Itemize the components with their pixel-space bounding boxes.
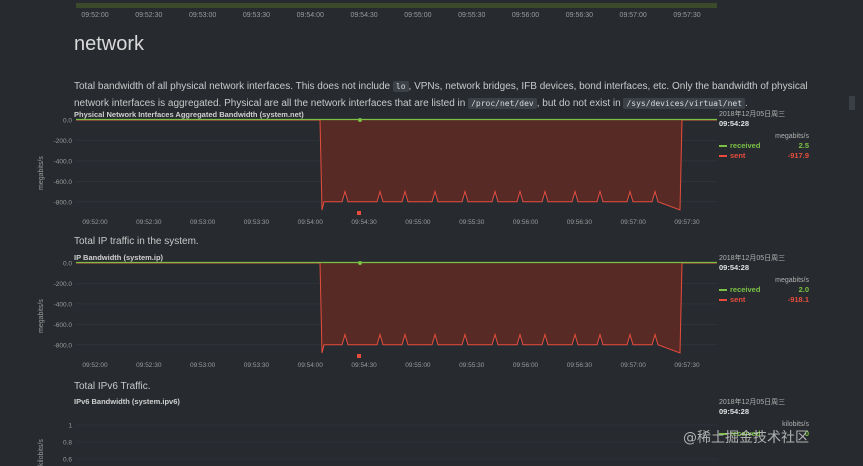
x-tick-label: 09:53:00 [190,362,216,369]
received-cursor-point [358,261,362,265]
x-tick-label: 09:52:30 [136,362,162,369]
legend-label: sent [730,294,746,304]
x-tick-label: 09:52:00 [82,362,108,369]
code-lo: lo [392,81,409,92]
x-tick-label: 09:54:00 [298,362,324,369]
x-tick-label: 09:57:00 [619,12,647,19]
x-tick-label: 09:55:30 [458,12,486,19]
y-tick-label: 0.6 [63,457,72,464]
x-tick-label: 09:55:30 [459,219,485,226]
y-tick-label: 0.0 [63,118,72,125]
legend-row-sent[interactable]: sent -917.9 [719,150,809,160]
x-tick-label: 09:56:30 [567,362,593,369]
scrollbar-thumb[interactable] [849,96,855,110]
x-tick-label: 09:56:00 [511,12,540,19]
y-tick-label: -600.0 [54,322,73,329]
received-swatch-icon [719,144,727,147]
y-tick-label: -200.0 [54,281,73,288]
x-tick-label: 09:55:00 [404,12,432,19]
desc-text: . [745,98,748,109]
x-tick-label: 09:53:00 [189,12,217,19]
x-tick-label: 09:56:00 [513,362,539,369]
section-title: network [74,33,145,55]
y-tick-label: 0.0 [63,261,72,268]
x-tick-label: 09:55:00 [405,219,431,226]
legend-row-received[interactable]: received 2.0 [719,284,809,294]
x-tick-label: 09:57:00 [621,219,647,226]
legend-time: 09:54:28 [719,119,750,128]
chart-description: Total IPv6 Traffic. [74,381,151,392]
x-tick-label: 09:54:00 [298,219,324,226]
x-tick-label: 09:55:30 [459,362,485,369]
legend-value: -918.1 [787,294,809,304]
section-description: Total bandwidth of all physical network … [74,78,814,112]
legend-date: 2018年12月05日周三 [719,399,786,406]
y-tick-label: 0.8 [63,440,72,447]
x-tick-label: 09:56:00 [513,219,539,226]
chart-description: Total IP traffic in the system. [74,236,199,247]
x-tick-label: 09:52:00 [82,219,108,226]
received-cursor-point [358,118,362,122]
x-tick-label: 09:52:30 [135,12,163,19]
sent-swatch-icon [719,298,727,301]
watermark: @稀土掘金技术社区 [683,430,809,446]
legend-date: 2018年12月05日周三 [719,255,786,262]
legend-row-sent[interactable]: sent -918.1 [719,294,809,304]
y-tick-label: 1 [68,423,72,430]
code-proc-net-dev: /proc/net/dev [468,98,537,109]
legend-value: 2.5 [798,140,809,150]
legend-label: sent [730,150,746,160]
x-tick-label: 09:54:30 [350,12,378,19]
chart-legend: 2018年12月05日周三 09:54:28 megabits/s receiv… [719,253,809,304]
y-tick-label: -400.0 [54,158,73,165]
legend-time: 09:54:28 [719,263,750,272]
legend-row-received[interactable]: received 2.5 [719,140,809,150]
top-x-axis: 09:52:00 09:52:30 09:53:00 09:53:30 09:54:00… [68,12,728,22]
y-tick-label: -400.0 [54,301,73,308]
x-tick-label: 09:53:30 [242,12,271,19]
x-tick-label: 09:57:30 [674,362,700,369]
code-sys-devices-virtual-net: /sys/devices/virtual/net [623,98,746,109]
y-axis-label: megabits/s [38,299,45,333]
x-tick-label: 09:52:30 [136,219,162,226]
x-tick-label: 09:57:00 [621,362,647,369]
chart-legend: 2018年12月05日周三 09:54:28 megabits/s receiv… [719,109,809,160]
y-tick-label: -600.0 [54,179,73,186]
top-chart-strip [76,3,717,8]
x-tick-label: 09:57:30 [674,219,700,226]
x-tick-label: 09:57:30 [673,12,701,19]
legend-value: -917.9 [787,150,809,160]
sent-cursor-point [357,354,361,358]
y-tick-label: -800.0 [54,342,73,349]
x-tick-label: 09:55:00 [405,362,431,369]
sent-area [76,263,717,353]
x-tick-label: 09:54:00 [296,12,324,19]
legend-label: received [730,284,761,294]
received-swatch-icon [719,288,727,291]
y-tick-label: -200.0 [54,138,73,145]
x-tick-label: 09:56:30 [565,12,593,19]
x-tick-label: 09:53:00 [190,219,216,226]
sent-swatch-icon [719,154,727,157]
desc-text: Total bandwidth of all physical network … [74,81,393,92]
x-tick-label: 09:56:30 [567,219,593,226]
desc-text: , but do not exist in [536,98,624,109]
legend-date: 2018年12月05日周三 [719,111,786,118]
sent-cursor-point [357,211,361,215]
legend-value: 2.0 [798,284,809,294]
sent-area [76,120,717,210]
x-tick-label: 09:52:00 [81,12,109,19]
legend-label: received [730,140,761,150]
x-tick-label: 09:53:30 [244,362,270,369]
y-tick-label: -800.0 [54,199,73,206]
x-tick-label: 09:54:30 [351,362,377,369]
x-tick-label: 09:53:30 [244,219,270,226]
legend-time: 09:54:28 [719,407,750,416]
x-tick-label: 09:54:30 [351,219,377,226]
y-axis-label: kilobits/s [38,439,45,466]
legend-units: megabits/s [775,277,809,284]
legend-units: megabits/s [775,133,809,140]
y-axis-label: megabits/s [38,156,45,190]
